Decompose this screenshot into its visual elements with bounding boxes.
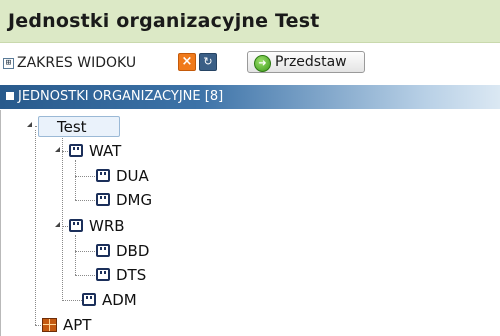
view-scope-label[interactable]: ZAKRES WIDOKU: [17, 55, 136, 71]
tree-line: [75, 160, 76, 200]
org-unit-icon: [69, 219, 83, 232]
tree-node-dua[interactable]: DUA: [116, 167, 149, 185]
clear-scope-button[interactable]: ×: [178, 53, 196, 71]
tree-line: [75, 275, 95, 276]
org-unit-icon: [82, 293, 96, 306]
tree-node-wrb[interactable]: WRB: [89, 217, 125, 235]
tree-node-dbd[interactable]: DBD: [116, 242, 149, 260]
tree-line: [62, 300, 82, 301]
tree-line: [75, 251, 95, 252]
org-unit-icon: [96, 193, 110, 206]
org-unit-icon: [96, 268, 110, 281]
panel-title: Jednostki organizacyjne Test: [8, 10, 320, 32]
present-button-label: Przedstaw: [275, 54, 347, 70]
org-unit-icon: [69, 144, 83, 157]
org-unit-icon: [96, 169, 110, 182]
panel-title-bar: Jednostki organizacyjne Test: [0, 0, 500, 43]
tree-node-dmg[interactable]: DMG: [116, 191, 152, 209]
building-icon: [42, 318, 57, 332]
tree-node-label: Test: [57, 118, 87, 136]
tree-node-wat[interactable]: WAT: [89, 142, 121, 160]
section-title: JEDNOSTKI ORGANIZACYJNE [8]: [18, 89, 224, 104]
present-button[interactable]: ➜ Przedstaw: [247, 51, 365, 73]
collapse-arrow-icon[interactable]: [27, 122, 32, 127]
tree-line: [62, 138, 63, 301]
tree-line: [62, 226, 68, 227]
tree-line: [75, 235, 76, 275]
section-header[interactable]: JEDNOSTKI ORGANIZACYJNE [8]: [0, 85, 500, 109]
tree-line: [35, 130, 36, 325]
green-arrow-icon: ➜: [254, 55, 271, 72]
expand-scope-icon[interactable]: ⊞: [3, 58, 14, 69]
tree-line: [75, 200, 95, 201]
tree-line: [75, 176, 95, 177]
org-unit-icon: [96, 244, 110, 257]
collapse-arrow-icon[interactable]: [55, 147, 60, 152]
tree-node-dts[interactable]: DTS: [116, 266, 146, 284]
tree-node-root[interactable]: Test: [38, 116, 120, 137]
square-icon: [6, 92, 14, 100]
collapse-arrow-icon[interactable]: [55, 222, 60, 227]
tree-node-apt[interactable]: APT: [63, 316, 91, 334]
refresh-scope-button[interactable]: ↻: [199, 53, 217, 71]
tree-node-adm[interactable]: ADM: [102, 291, 137, 309]
tree-line: [62, 151, 68, 152]
